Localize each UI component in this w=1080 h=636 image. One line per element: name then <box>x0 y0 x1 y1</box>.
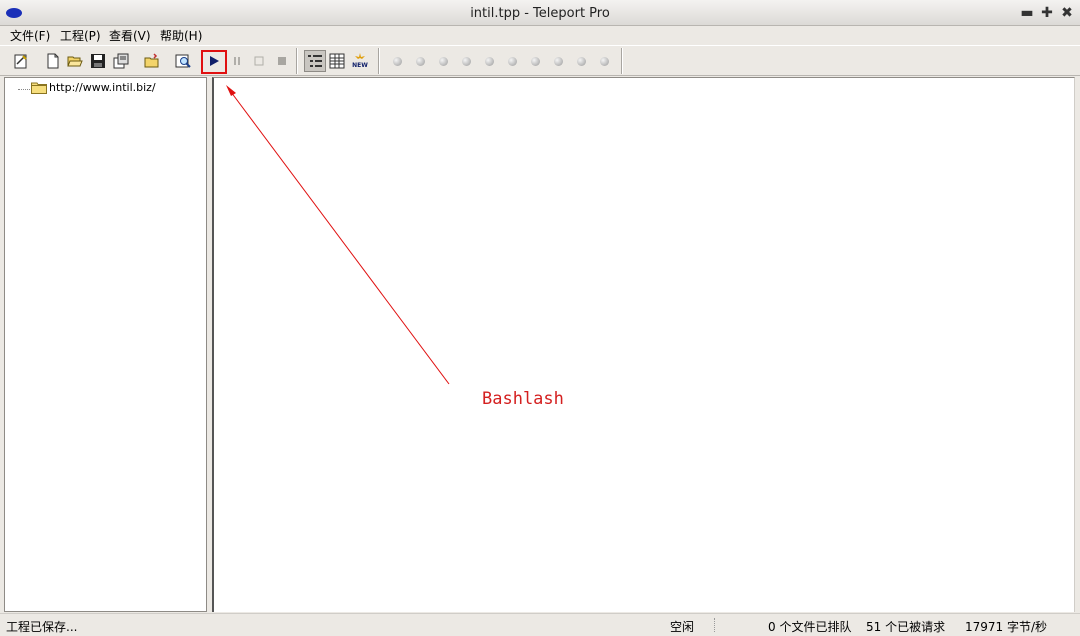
thread-indicator-light <box>416 57 425 66</box>
thread-indicator-light <box>554 57 563 66</box>
status-message: 工程已保存... <box>6 620 78 634</box>
start-button-highlight <box>201 50 227 74</box>
status-divider <box>714 618 716 632</box>
open-folder-icon <box>144 53 159 68</box>
browse-files-button[interactable] <box>173 51 193 71</box>
maximize-button[interactable]: ✚ <box>1038 4 1056 22</box>
svg-text:NEW: NEW <box>352 62 368 69</box>
view-tree-icon <box>308 55 322 67</box>
title-bar[interactable]: intil.tpp - Teleport Pro ▬ ✚ ✖ <box>0 0 1080 26</box>
app-window: intil.tpp - Teleport Pro ▬ ✚ ✖ 文件(F) 工程(… <box>0 0 1080 636</box>
status-state: 空闲 <box>670 620 695 634</box>
save-project-icon <box>91 54 105 68</box>
tree-item-label: http://www.intil.biz/ <box>49 81 156 94</box>
open-project-button[interactable] <box>65 51 85 71</box>
thread-indicator-light <box>508 57 517 66</box>
site-tree-pane[interactable]: http://www.intil.biz/ <box>4 77 207 612</box>
open-folder-button[interactable] <box>142 51 162 71</box>
new-project-icon <box>47 53 59 69</box>
project-properties-icon <box>14 54 27 69</box>
status-bar: 工程已保存... 空闲 0 个文件已排队 51 个已被请求 17971 字节/秒 <box>0 613 1080 636</box>
new-project-button[interactable] <box>43 51 63 71</box>
thread-indicator-light <box>393 57 402 66</box>
browse-files-icon <box>175 54 191 68</box>
status-requested-count: 51 个已被请求 <box>866 620 946 634</box>
annotation-label: Bashlash <box>482 389 564 409</box>
view-tree-button[interactable] <box>304 50 326 72</box>
status-transfer-rate: 17971 字节/秒 <box>965 620 1048 634</box>
stop-icon <box>254 56 264 66</box>
view-list-button[interactable] <box>327 51 347 71</box>
minimize-button[interactable]: ▬ <box>1018 4 1036 22</box>
new-files-button[interactable]: NEW <box>350 51 370 71</box>
save-project-button[interactable] <box>88 51 108 71</box>
menu-project[interactable]: 工程(P) <box>60 27 101 44</box>
menu-bar: 文件(F) 工程(P) 查看(V) 帮助(H) <box>0 26 1080 45</box>
thread-indicator-light <box>600 57 609 66</box>
project-wizard-icon <box>113 53 129 69</box>
toolbar: NEW <box>0 45 1080 76</box>
project-wizard-button[interactable] <box>111 51 131 71</box>
thread-indicator-light <box>531 57 540 66</box>
toolbar-separator <box>378 48 380 74</box>
thread-indicator-light <box>462 57 471 66</box>
stop-button[interactable] <box>249 51 269 71</box>
file-list-pane[interactable] <box>212 77 1075 612</box>
menu-file[interactable]: 文件(F) <box>10 27 50 44</box>
thread-indicator-light <box>577 57 586 66</box>
menu-help[interactable]: 帮助(H) <box>160 27 202 44</box>
open-project-icon <box>67 56 83 67</box>
status-queued-count: 0 个文件已排队 <box>768 620 852 634</box>
view-list-icon <box>329 53 345 69</box>
thread-indicator-light <box>485 57 494 66</box>
toolbar-separator <box>296 48 298 74</box>
tree-connector <box>18 89 32 90</box>
close-button[interactable]: ✖ <box>1058 4 1076 22</box>
pause-icon <box>234 57 240 65</box>
project-properties-button[interactable] <box>11 51 31 71</box>
toolbar-separator <box>621 48 623 74</box>
stop-all-button[interactable] <box>272 51 292 71</box>
menu-view[interactable]: 查看(V) <box>109 27 151 44</box>
stop-all-icon <box>278 57 286 65</box>
folder-icon <box>31 82 47 94</box>
window-title: intil.tpp - Teleport Pro <box>470 6 610 21</box>
thread-indicator-light <box>439 57 448 66</box>
pause-button[interactable] <box>227 51 247 71</box>
new-files-icon: NEW <box>352 53 368 69</box>
